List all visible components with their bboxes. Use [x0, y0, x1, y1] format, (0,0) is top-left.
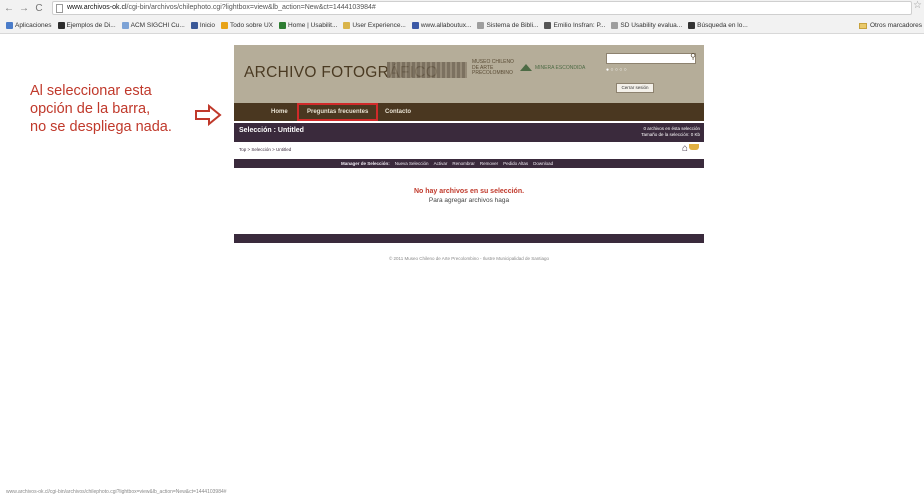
bookmark-icon: [190, 22, 198, 29]
bookmarks-bar: Aplicaciones Ejemplos de Di... ACM SIGCHI …: [0, 18, 924, 33]
bookmark-item[interactable]: Ejemplos de Di...: [57, 22, 116, 29]
address-bar[interactable]: www.archivos-ok.cl/cgi-bin/archivos/chil…: [52, 1, 912, 15]
bookmark-label: Todo sobre UX: [230, 22, 274, 29]
bookmark-label: Sistema de Bibli...: [486, 22, 539, 29]
minera-logo: MINERA ESCONDIDA: [520, 64, 585, 71]
manager-action[interactable]: Activar: [434, 161, 448, 166]
bookmark-item[interactable]: SD Usability evalua...: [611, 22, 682, 29]
bookmark-icon: [411, 22, 419, 29]
manager-action[interactable]: Download: [533, 161, 553, 166]
other-bookmarks-label: Otros marcadores: [869, 22, 922, 29]
breadcrumb-row: Top > Selección > Untitled ⌂: [234, 143, 704, 157]
bookmark-item[interactable]: ACM SIGCHI Cu...: [121, 22, 185, 29]
minera-logo-text: MINERA ESCONDIDA: [535, 64, 586, 71]
cart-icon[interactable]: [689, 144, 699, 150]
bookmark-label: User Experience...: [352, 22, 406, 29]
manager-action[interactable]: Renombrar: [452, 161, 475, 166]
bookmark-item[interactable]: Home | Usabilit...: [279, 22, 337, 29]
bookmark-item[interactable]: Búsqueda en lo...: [688, 22, 748, 29]
back-icon[interactable]: ←: [3, 3, 15, 14]
manager-bar: Manager de Selección: Nueva Selección Act…: [234, 159, 704, 168]
annotation-line-3: no se despliega nada.: [30, 119, 172, 135]
bookmark-label: Aplicaciones: [15, 22, 52, 29]
nav-contact[interactable]: Contacto: [385, 103, 411, 121]
reload-icon[interactable]: C: [33, 3, 45, 14]
museo-logo: MUSEO CHILENO DE ARTE PRECOLOMBINO: [472, 59, 514, 77]
bookmark-icon: [279, 22, 287, 29]
bookmark-item[interactable]: www.allaboutux...: [411, 22, 472, 29]
forward-icon[interactable]: →: [18, 3, 30, 14]
logout-button[interactable]: Cerrar sesión: [616, 83, 654, 93]
manager-action[interactable]: Nueva Selección: [395, 161, 429, 166]
annotation-arrow-icon: [195, 104, 222, 126]
website-frame: ARCHIVO FOTOGRÁFICO MUSEO CHILENO DE ART…: [234, 45, 704, 243]
bookmark-item[interactable]: Todo sobre UX: [221, 22, 273, 29]
bookmark-icon: [611, 22, 619, 29]
manager-action[interactable]: Remover: [480, 161, 498, 166]
bookmark-label: ACM SIGCHI Cu...: [130, 22, 185, 29]
bookmark-icon: [57, 22, 65, 29]
search-icon[interactable]: ⚲: [690, 52, 696, 61]
bookmark-label: www.allaboutux...: [420, 22, 472, 29]
site-nav-bar: Home Preguntas frecuentes Contacto: [234, 103, 704, 121]
address-row: ← → C www.archivos-ok.cl/cgi-bin/archivo…: [0, 0, 924, 17]
museo-logo-line-3: PRECOLOMBINO: [472, 70, 513, 76]
bookmark-item[interactable]: Sistema de Bibli...: [477, 22, 538, 29]
bookmark-icon: [221, 22, 229, 29]
bookmark-label: Ejemplos de Di...: [66, 22, 116, 29]
bookmark-icon: [343, 22, 351, 29]
bookmark-item[interactable]: User Experience...: [343, 22, 406, 29]
header-banner-image: [387, 62, 467, 78]
site-footer-bar: [234, 234, 704, 243]
bookmark-label: Inicio: [199, 22, 216, 29]
search-input[interactable]: ⚲: [606, 52, 696, 64]
bookmark-icon: [688, 22, 696, 29]
site-header: ARCHIVO FOTOGRÁFICO MUSEO CHILENO DE ART…: [234, 45, 704, 103]
bookmark-label: SD Usability evalua...: [620, 22, 683, 29]
selection-size: Tamaño de la selección: 0 Kb: [641, 132, 700, 137]
minera-logo-icon: [520, 64, 532, 71]
selection-info: 0 archivos en ésta selección Tamaño de l…: [641, 126, 700, 138]
manager-action[interactable]: Pedido Altas: [503, 161, 528, 166]
selection-header: Selección : Untitled 0 archivos en ésta …: [234, 123, 704, 142]
selection-content: No hay archivos en su selección. Para ag…: [234, 168, 704, 232]
bookmark-label: Emilio Insfran: P...: [553, 22, 606, 29]
annotation-text: Al seleccionar esta opción de la barra, …: [30, 82, 210, 136]
annotation-line-1: Al seleccionar esta: [30, 83, 152, 99]
bookmark-icon: [477, 22, 485, 29]
bookmark-item[interactable]: Aplicaciones: [6, 22, 52, 29]
empty-hint: Para agregar archivos haga: [428, 197, 510, 204]
search-options[interactable]: ● ○ ○ ○ ○: [606, 67, 627, 73]
url-path: /cgi-bin/archivos/chilephoto.cgi?lightbo…: [126, 4, 376, 11]
highlight-box: [297, 103, 378, 121]
empty-message: No hay archivos en su selección.: [413, 188, 525, 195]
bookmark-label: Home | Usabilit...: [288, 22, 338, 29]
bookmark-item[interactable]: Emilio Insfran: P...: [544, 22, 605, 29]
annotation-line-2: opción de la barra,: [30, 101, 151, 117]
home-icon[interactable]: ⌂: [682, 144, 688, 154]
bookmark-star-icon[interactable]: ☆: [913, 0, 922, 11]
status-bar-url: www.archivos-ok.cl/cgi-bin/archivos/chil…: [6, 489, 227, 495]
manager-label: Manager de Selección:: [341, 161, 390, 166]
bookmark-icon: [121, 22, 129, 29]
selection-title: Selección : Untitled: [239, 127, 304, 134]
copyright-text: © 2011 Museo Chileno de Arte Precolombin…: [388, 256, 550, 261]
nav-home[interactable]: Home: [271, 103, 288, 121]
breadcrumb[interactable]: Top > Selección > Untitled: [239, 147, 291, 152]
manager-menu: Manager de Selección: Nueva Selección Act…: [341, 159, 558, 168]
bookmark-icon: [544, 22, 552, 29]
bookmark-item[interactable]: Inicio: [190, 22, 216, 29]
folder-icon: [858, 22, 867, 29]
url-domain: www.archivos-ok.cl: [67, 4, 127, 11]
bookmark-icon: [6, 22, 13, 29]
bookmark-label: Búsqueda en lo...: [697, 22, 748, 29]
other-bookmarks[interactable]: Otros marcadores: [858, 18, 922, 33]
page-icon: [56, 4, 63, 13]
browser-chrome: ← → C www.archivos-ok.cl/cgi-bin/archivo…: [0, 0, 924, 34]
